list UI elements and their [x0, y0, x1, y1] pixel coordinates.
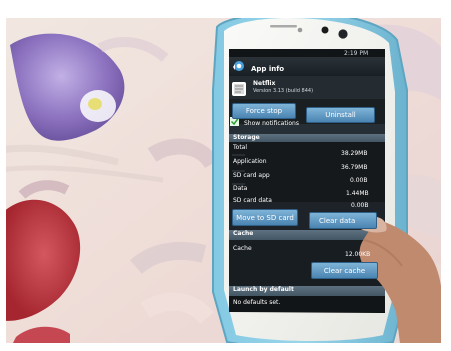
phone-illustration: [212, 10, 451, 351]
image-border-right: [441, 0, 451, 351]
image-border-left: [0, 0, 6, 351]
photo-frame: 2:19 PM App info Netflix Version 3.13 (b…: [0, 0, 451, 351]
image-border-top: [0, 0, 451, 18]
image-border-bottom: [0, 343, 451, 351]
